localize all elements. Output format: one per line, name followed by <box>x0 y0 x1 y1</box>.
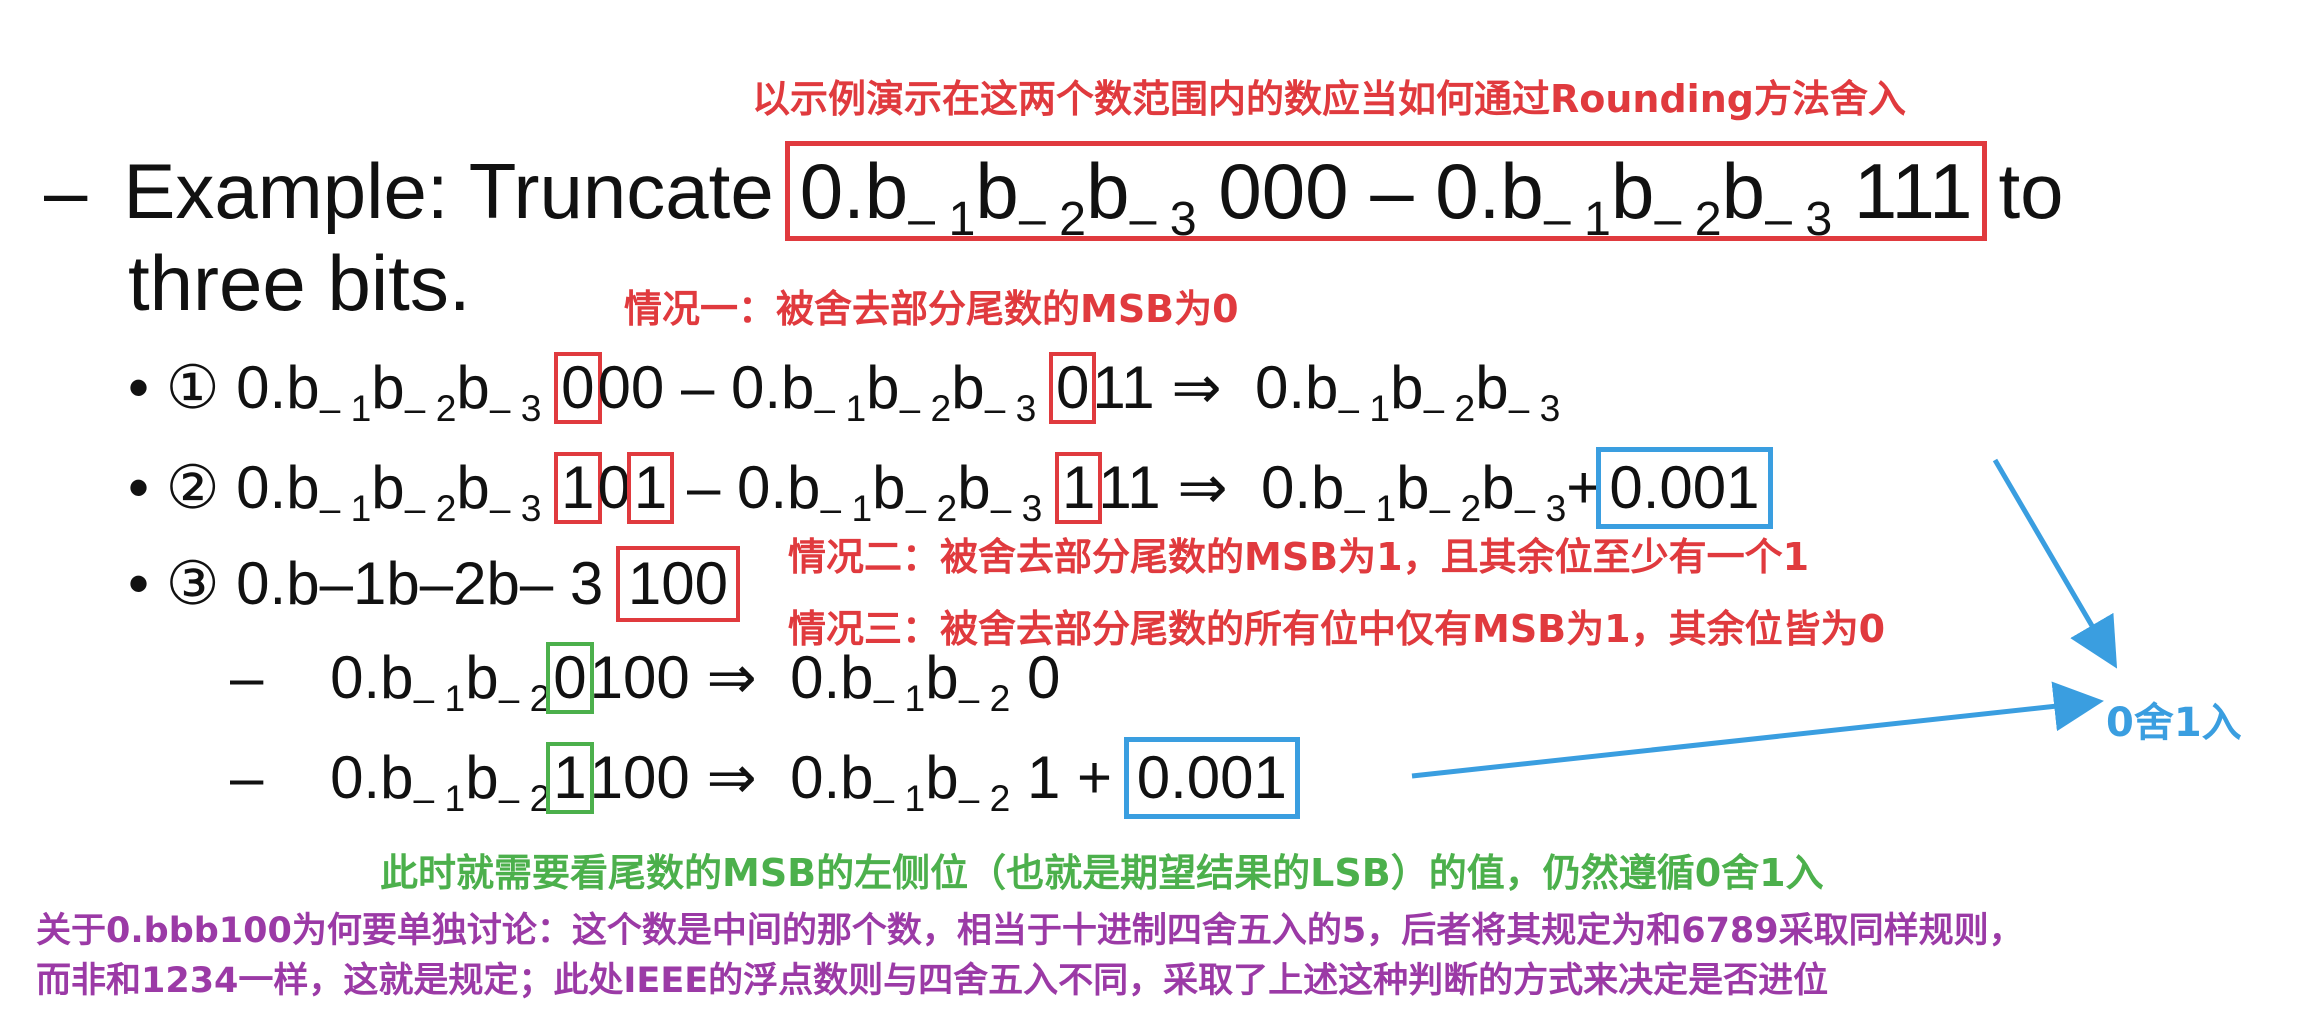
arrow-lower <box>1411 681 2104 779</box>
round-rule-label: 0舍1入 <box>2106 700 2242 746</box>
green-annotation: 此时就需要看尾数的MSB的左侧位（也就是期望结果的LSB）的值，仍然遵循0舍1入 <box>380 851 1824 895</box>
purple-annotation-line-2: 而非和1234一样，这就是规定；此处IEEE的浮点数则与四舍五入不同，采取了上述… <box>36 961 1829 1001</box>
arrow-upper <box>1992 458 2118 669</box>
purple-annotation-line-1: 关于0.bbb100为何要单独讨论：这个数是中间的那个数，相当于十进制四舍五入的… <box>36 911 2024 951</box>
